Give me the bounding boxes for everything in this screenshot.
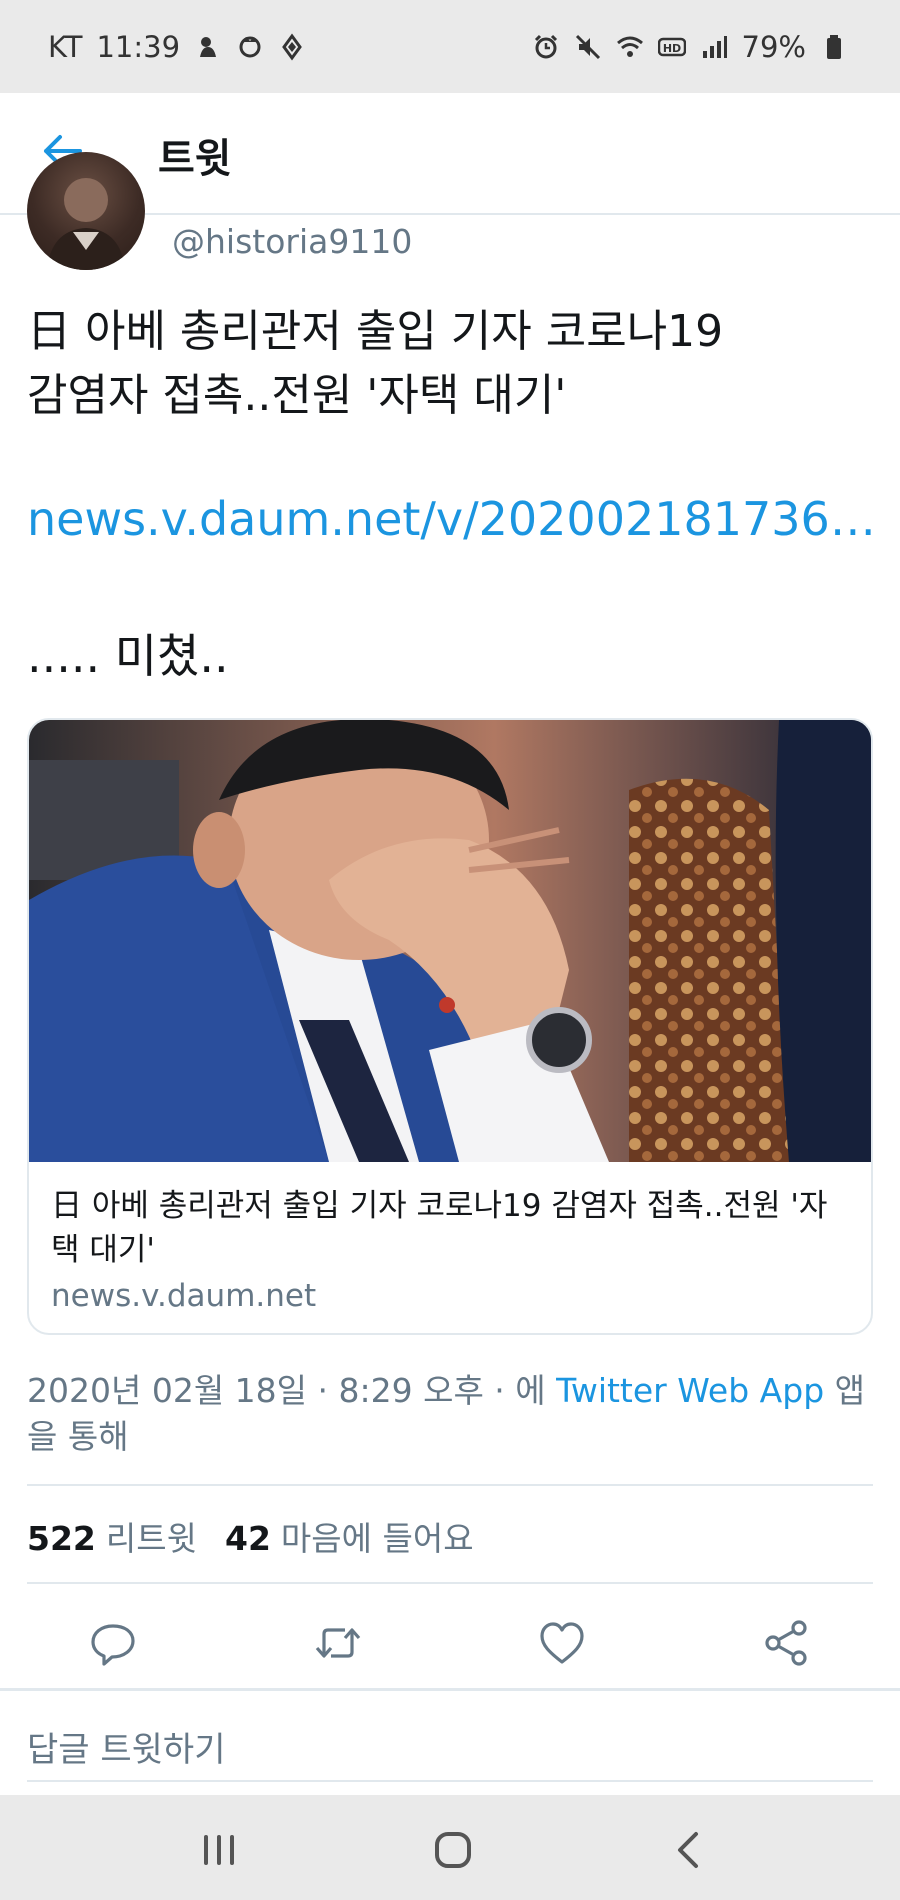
reply-icon[interactable] — [88, 1618, 138, 1668]
tweet-meta: 2020년 02월 18일 · 8:29 오후 · 에 Twitter Web … — [27, 1368, 873, 1460]
battery-percent: 79% — [741, 29, 806, 64]
recent-apps-icon[interactable] — [194, 1825, 244, 1875]
action-bar — [0, 1600, 900, 1688]
card-title: 日 아베 총리관저 출입 기자 코로나19 감염자 접촉..전원 '자택 대기' — [51, 1188, 828, 1268]
tweet-text-line-1: 日 아베 총리관저 출입 기자 코로나19 — [27, 306, 724, 357]
divider — [27, 1780, 873, 1782]
like-stat[interactable]: 42 마음에 들어요 — [225, 1512, 474, 1560]
back-icon[interactable] — [664, 1825, 714, 1875]
home-icon[interactable] — [428, 1825, 478, 1875]
reply-input[interactable]: 답글 트윗하기 — [27, 1722, 226, 1771]
page-title: 트윗 — [158, 136, 232, 182]
avatar[interactable] — [27, 152, 145, 270]
hd-icon: HD — [657, 33, 686, 61]
game-icon — [278, 32, 306, 61]
retweet-count: 522 — [27, 1519, 96, 1558]
status-left: KT 11:39 — [48, 30, 306, 64]
share-icon[interactable] — [761, 1618, 811, 1668]
like-label: 마음에 들어요 — [280, 1519, 474, 1558]
battery-icon — [820, 33, 848, 61]
like-count: 42 — [224, 1519, 271, 1558]
character-icon — [236, 33, 264, 61]
retweet-icon[interactable] — [313, 1618, 363, 1668]
navigation-bar — [0, 1795, 900, 1900]
tweet-datetime: 2020년 02월 18일 · 8:29 오후 · 에 — [27, 1371, 557, 1410]
divider — [27, 1582, 873, 1584]
mute-icon — [574, 33, 602, 61]
link-card[interactable]: 日 아베 총리관저 출입 기자 코로나19 감염자 접촉..전원 '자택 대기'… — [27, 718, 873, 1335]
like-icon[interactable] — [537, 1618, 587, 1668]
signal-icon — [700, 33, 728, 61]
wifi-icon — [616, 33, 644, 61]
tweet-text: 日 아베 총리관저 출입 기자 코로나19 감염자 접촉..전원 '자택 대기' — [27, 300, 867, 428]
clock: 11:39 — [96, 29, 181, 64]
card-domain: news.v.daum.net — [51, 1278, 317, 1314]
bixby-icon — [194, 33, 222, 61]
retweet-stat[interactable]: 522 리트윗 — [27, 1512, 197, 1560]
source-app-link[interactable]: Twitter Web App — [556, 1371, 824, 1410]
tweet-text-line-2: 감염자 접촉..전원 '자택 대기' — [27, 370, 567, 421]
status-bar: KT 11:39 HD 79% — [0, 0, 900, 93]
tweet-stats: 522 리트윗 42 마음에 들어요 — [27, 1512, 474, 1560]
status-right: HD 79% — [532, 30, 848, 64]
carrier: KT — [48, 29, 83, 64]
svg-text:HD: HD — [662, 42, 680, 55]
tweet-note: ..... 미쳤.. — [27, 629, 229, 683]
retweet-label: 리트윗 — [105, 1519, 197, 1558]
divider — [0, 1688, 900, 1691]
tweet-link[interactable]: news.v.daum.net/v/202002181736… — [27, 492, 876, 546]
card-image — [29, 720, 871, 1162]
divider — [27, 1484, 873, 1486]
alarm-icon — [532, 33, 560, 61]
author-handle[interactable]: @historia9110 — [172, 222, 412, 261]
